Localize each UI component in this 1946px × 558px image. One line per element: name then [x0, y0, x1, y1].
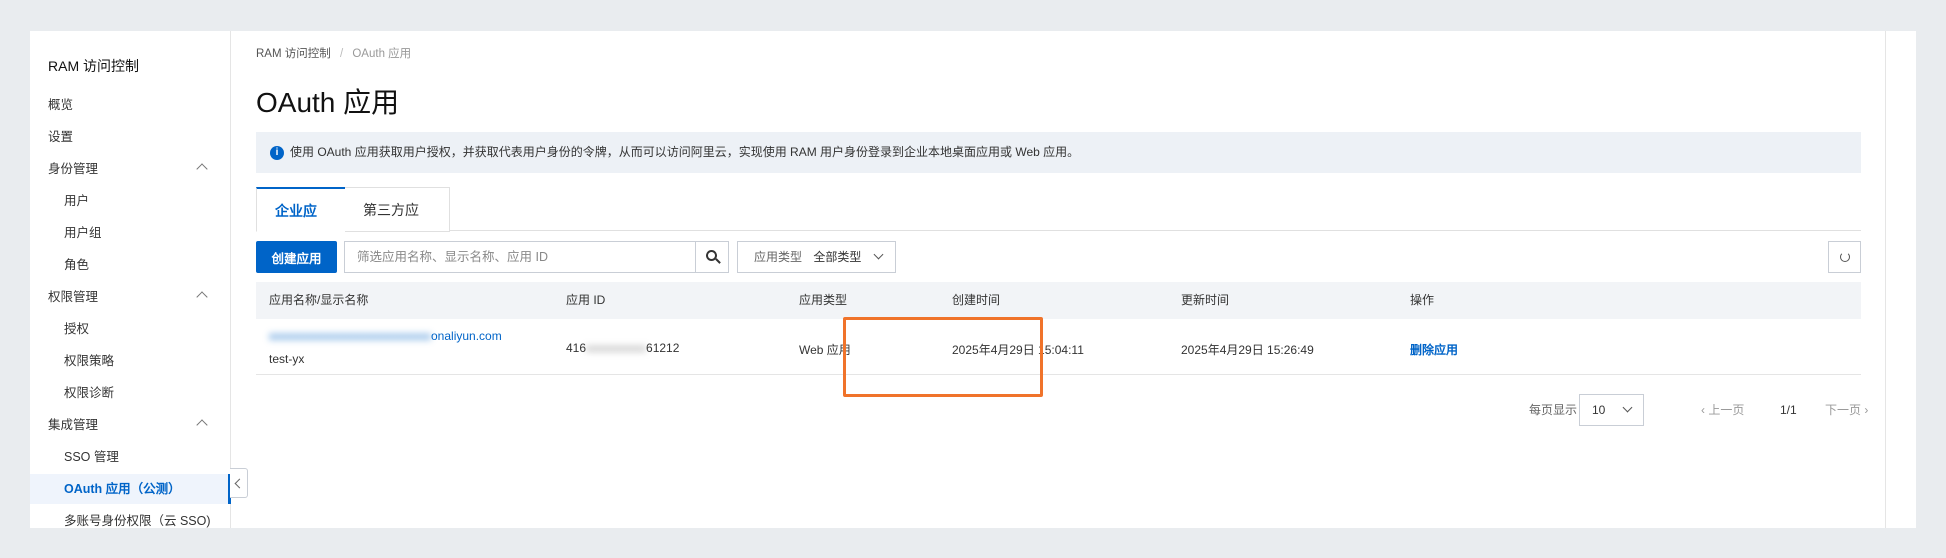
- tab-third-party-apps[interactable]: 第三方应用: [345, 187, 450, 262]
- sidebar-item-sso[interactable]: SSO 管理: [30, 442, 230, 472]
- sidebar-group-permissions[interactable]: 权限管理: [30, 282, 230, 312]
- column-header-type: 应用类型: [799, 293, 848, 307]
- refresh-button[interactable]: [1828, 241, 1861, 273]
- page-size-select[interactable]: 10: [1579, 394, 1644, 426]
- app-id-suffix: 61212: [646, 341, 680, 355]
- page-title: OAuth 应用: [256, 87, 400, 118]
- breadcrumb-separator: /: [339, 48, 344, 60]
- breadcrumb: RAM 访问控制 / OAuth 应用: [256, 45, 411, 61]
- column-header-updated: 更新时间: [1181, 293, 1230, 307]
- column-header-actions: 操作: [1410, 293, 1435, 307]
- app-name-link[interactable]: xxxxxxxxxxxxxxxxxxxxxxxxxxxonaliyun.com: [269, 329, 502, 343]
- search-button[interactable]: [695, 242, 728, 272]
- breadcrumb-current: OAuth 应用: [352, 48, 412, 60]
- redacted-text: xxxxxxxxxxxxxxxxxxxxxxxxxxx: [269, 329, 431, 343]
- sidebar-item-roles[interactable]: 角色: [30, 250, 230, 280]
- chevron-up-icon: [196, 419, 208, 431]
- sidebar-item-users[interactable]: 用户: [30, 186, 230, 216]
- sidebar-item-grants[interactable]: 授权: [30, 314, 230, 344]
- app-display-name: test-yx: [269, 352, 305, 366]
- app-type-select-label: 应用类型: [754, 250, 803, 264]
- search-field: [344, 241, 729, 273]
- next-page-button[interactable]: 下一页 ›: [1825, 394, 1868, 426]
- refresh-icon: [1840, 252, 1850, 262]
- sidebar-item-settings[interactable]: 设置: [30, 122, 230, 152]
- sidebar-item-cloud-sso[interactable]: 多账号身份权限（云 SSO): [30, 506, 230, 528]
- sidebar-group-integration[interactable]: 集成管理: [30, 410, 230, 440]
- info-alert: i 使用 OAuth 应用获取用户授权，并获取代表用户身份的令牌，从而可以访问阿…: [256, 132, 1861, 173]
- redacted-text: xxxxxxxxxx: [586, 341, 647, 355]
- search-icon-handle: [715, 258, 721, 264]
- column-header-app-id: 应用 ID: [566, 293, 606, 307]
- page-size-value: 10: [1592, 403, 1606, 417]
- search-input[interactable]: [345, 242, 695, 272]
- app-type: Web 应用: [799, 343, 851, 357]
- breadcrumb-root[interactable]: RAM 访问控制: [256, 48, 331, 60]
- page-size-label: 每页显示: [1529, 403, 1578, 417]
- chevron-up-icon: [196, 291, 208, 303]
- sidebar-item-overview[interactable]: 概览: [30, 90, 230, 120]
- sidebar-title: RAM 访问控制: [48, 58, 139, 74]
- right-divider: [1885, 31, 1886, 528]
- updated-time: 2025年4月29日 15:26:49: [1181, 343, 1314, 357]
- alert-text: 使用 OAuth 应用获取用户授权，并获取代表用户身份的令牌，从而可以访问阿里云…: [290, 145, 1080, 159]
- app-id-prefix: 416: [566, 341, 587, 355]
- created-time: 2025年4月29日 15:04:11: [952, 343, 1084, 357]
- table-row: xxxxxxxxxxxxxxxxxxxxxxxxxxxonaliyun.com …: [256, 319, 1861, 375]
- page-position: 1/1: [1780, 403, 1797, 417]
- create-app-button[interactable]: 创建应用: [256, 241, 337, 273]
- tab-bar: 企业应用 第三方应用: [256, 187, 1861, 263]
- chevron-down-icon: [873, 249, 884, 260]
- prev-page-button[interactable]: ‹ 上一页: [1701, 394, 1744, 426]
- column-header-name: 应用名称/显示名称: [269, 293, 369, 307]
- sidebar-item-policies[interactable]: 权限策略: [30, 346, 230, 376]
- table-header: 应用名称/显示名称 应用 ID 应用类型 创建时间 更新时间 操作: [256, 282, 1861, 319]
- sidebar-group-identity[interactable]: 身份管理: [30, 154, 230, 184]
- chevron-down-icon: [1622, 402, 1633, 413]
- app-type-select[interactable]: 应用类型 全部类型: [737, 241, 896, 273]
- chevron-up-icon: [196, 163, 208, 175]
- next-page-label: 下一页: [1825, 403, 1862, 417]
- app-id: 416xxxxxxxxxx61212: [566, 341, 679, 355]
- sidebar: RAM 访问控制 概览 设置 身份管理 用户 用户组 角色 权限管理 授权 权限…: [30, 31, 231, 528]
- app-type-select-value: 全部类型: [813, 250, 862, 264]
- app-name-suffix[interactable]: onaliyun.com: [431, 329, 502, 343]
- tab-enterprise-apps[interactable]: 企业应用: [256, 187, 346, 263]
- delete-app-link[interactable]: 删除应用: [1410, 341, 1458, 358]
- sidebar-item-user-groups[interactable]: 用户组: [30, 218, 230, 248]
- main-content: RAM 访问控制 / OAuth 应用 OAuth 应用 i 使用 OAuth …: [231, 31, 1916, 528]
- prev-page-label: 上一页: [1708, 403, 1745, 417]
- sidebar-item-diagnostics[interactable]: 权限诊断: [30, 378, 230, 408]
- app-frame: RAM 访问控制 概览 设置 身份管理 用户 用户组 角色 权限管理 授权 权限…: [30, 31, 1916, 528]
- column-header-created: 创建时间: [952, 293, 1001, 307]
- sidebar-item-oauth-apps[interactable]: OAuth 应用（公测）: [30, 474, 231, 504]
- info-icon: i: [270, 146, 284, 160]
